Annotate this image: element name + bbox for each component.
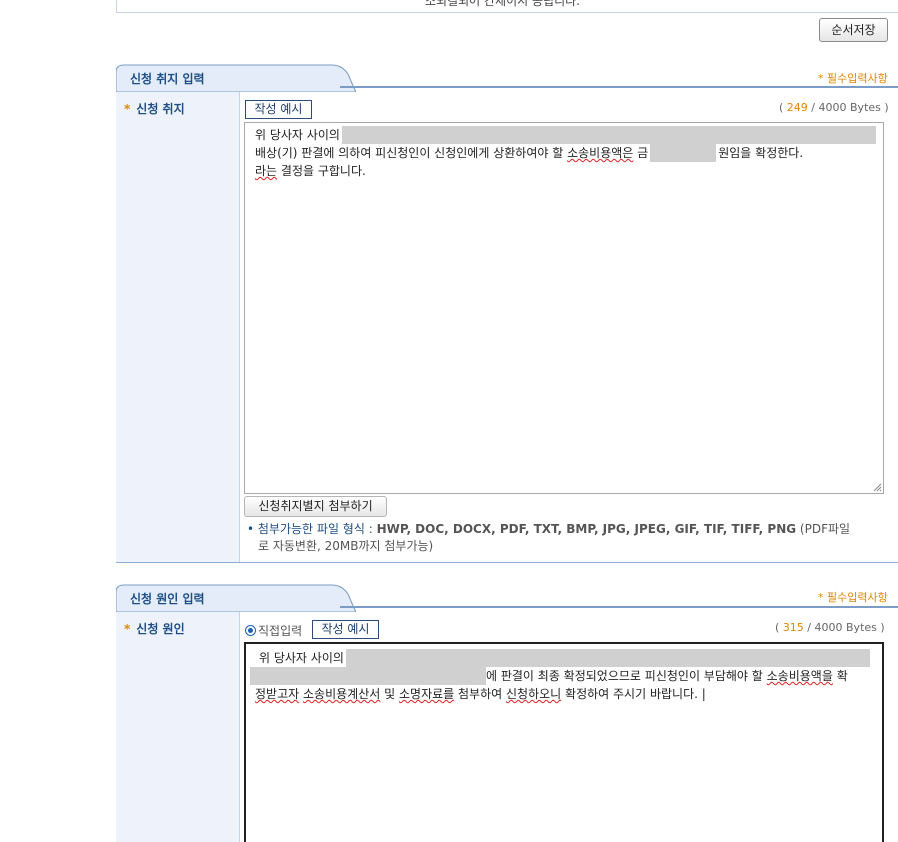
- section2-byte-counter: ( 315 / 4000 Bytes ): [775, 621, 885, 634]
- section1-field-label: * 신청 취지: [124, 102, 185, 116]
- section2-header-line: [340, 606, 898, 608]
- required-star: *: [124, 622, 131, 636]
- section1-header-tab: 신청 취지 입력: [116, 64, 356, 92]
- save-order-button[interactable]: 순서저장: [819, 18, 888, 42]
- section1-required-note: * 필수입력사항: [818, 72, 888, 85]
- redacted-block: [250, 667, 486, 685]
- previous-section-remnant: 소되길되어 간세이시 공립니다.: [116, 0, 898, 13]
- section1-header-line: [340, 86, 898, 88]
- section2-header-tab: 신청 원인 입력: [116, 584, 356, 612]
- section2-required-note: * 필수입력사항: [818, 591, 888, 604]
- section2-title: 신청 원인 입력: [130, 592, 205, 606]
- redacted-block: [345, 649, 870, 667]
- required-star: *: [124, 102, 131, 116]
- section1-label-cell: * 신청 취지: [116, 92, 240, 562]
- attach-appendix-button[interactable]: 신청취지별지 첨부하기: [244, 496, 387, 517]
- redacted-block: [341, 126, 876, 144]
- section2-byte-count: 315: [782, 621, 804, 634]
- section2-label-cell: * 신청 원인: [116, 612, 240, 842]
- direct-input-radio[interactable]: [245, 625, 256, 636]
- section1-byte-count: 249: [786, 101, 808, 114]
- section1-title: 신청 취지 입력: [130, 72, 205, 86]
- direct-input-label[interactable]: 직접입력: [258, 622, 302, 639]
- section1-example-button[interactable]: 작성 예시: [245, 100, 312, 119]
- section2-field-label: * 신청 원인: [124, 622, 185, 636]
- section2-textarea[interactable]: 위 당사자 사이의 에 판결이 최종 확정되었으므로 피신청인이 부담해야 할 …: [244, 642, 884, 842]
- section1-file-format-note: • 첨부가능한 파일 형식 : HWP, DOC, DOCX, PDF, TXT…: [247, 522, 851, 553]
- section1-byte-counter: ( 249 / 4000 Bytes ): [779, 101, 889, 114]
- section2-byte-max: 4000 Bytes: [814, 621, 877, 634]
- section1-byte-max: 4000 Bytes: [818, 101, 881, 114]
- section2-example-button[interactable]: 작성 예시: [312, 620, 379, 639]
- previous-section-text: 소되길되어 간세이시 공립니다.: [425, 0, 580, 8]
- redacted-block: [650, 144, 717, 162]
- section1-textarea[interactable]: 위 당사자 사이의 배상(기) 판결에 의하여 피신청인이 신청인에게 상환하여…: [244, 122, 884, 494]
- resize-grip-icon[interactable]: [872, 482, 882, 492]
